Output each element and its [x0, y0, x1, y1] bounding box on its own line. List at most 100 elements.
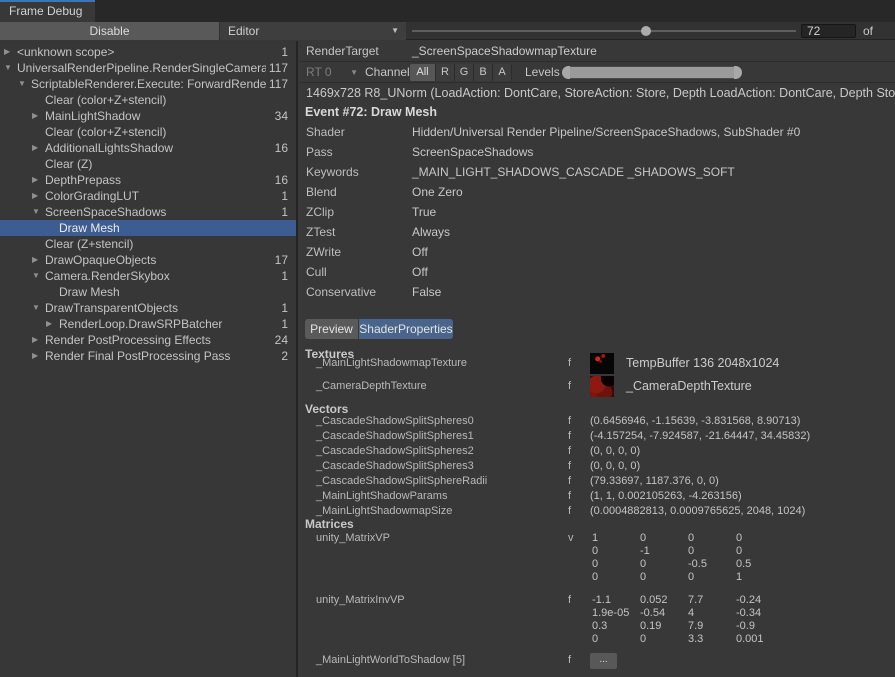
render-target-value: _ScreenSpaceShadowmapTexture	[412, 44, 597, 58]
tab-preview[interactable]: Preview	[305, 319, 358, 339]
matrix-cell: 1	[736, 571, 742, 583]
foldout-expanded-icon[interactable]: ▼	[32, 300, 40, 316]
channel-button-r[interactable]: R	[436, 64, 455, 81]
tree-item[interactable]: ▼Camera.RenderSkybox1	[0, 268, 296, 284]
window-tab-bar: Frame Debug	[0, 0, 895, 22]
detail-value: Hidden/Universal Render Pipeline/ScreenS…	[412, 125, 800, 139]
matrix-cell: 0	[640, 633, 646, 645]
matrix-cell: 1	[592, 532, 598, 544]
matrix-cell: 0	[688, 532, 694, 544]
detail-row: ZWriteOff	[300, 245, 895, 265]
texture-value: _CameraDepthTexture	[626, 379, 752, 393]
channel-button-a[interactable]: A	[493, 64, 512, 81]
texture-type: f	[568, 357, 571, 369]
tree-item[interactable]: ▶RenderLoop.DrawSRPBatcher1	[0, 316, 296, 332]
tree-item-count: 1	[281, 300, 288, 316]
tree-item[interactable]: ▼UniversalRenderPipeline.RenderSingleCam…	[0, 60, 296, 76]
tree-item-label: Render Final PostProcessing Pass	[45, 348, 266, 364]
levels-range-slider[interactable]	[562, 66, 742, 79]
tree-item-count: 1	[281, 268, 288, 284]
matrix-cell: 0	[736, 532, 742, 544]
foldout-collapsed-icon[interactable]: ▶	[32, 332, 38, 348]
foldout-expanded-icon[interactable]: ▼	[32, 268, 40, 284]
tree-item[interactable]: ▶ ColorGradingLUT 1	[0, 188, 296, 204]
matrix-type: f	[568, 654, 571, 666]
tree-item[interactable]: ▶DepthPrepass16	[0, 172, 296, 188]
tree-item[interactable]: ▶Render Final PostProcessing Pass2	[0, 348, 296, 364]
matrix-name: unity_MatrixVP	[316, 532, 390, 544]
detail-value: False	[412, 285, 441, 299]
vector-type: f	[568, 430, 571, 442]
channel-button-all[interactable]: All	[410, 64, 436, 81]
event-tree: ▶<unknown scope>1▼UniversalRenderPipelin…	[0, 41, 298, 677]
channel-button-g[interactable]: G	[455, 64, 474, 81]
detail-value: ScreenSpaceShadows	[412, 145, 533, 159]
foldout-expanded-icon[interactable]: ▼	[18, 76, 26, 92]
tree-item-label: Clear (Z)	[45, 156, 266, 172]
tree-item-label: MainLightShadow	[45, 108, 266, 124]
matrix-type: f	[568, 594, 571, 606]
tree-item-count: 117	[269, 76, 288, 92]
foldout-collapsed-icon[interactable]: ▶	[32, 188, 38, 204]
detail-label: Conservative	[306, 285, 376, 299]
tree-item[interactable]: ▼DrawTransparentObjects1	[0, 300, 296, 316]
tree-item-label: ColorGradingLUT	[45, 188, 266, 204]
detail-label: Cull	[306, 265, 327, 279]
tree-item[interactable]: ▼ScriptableRenderer.Execute: ForwardRend…	[0, 76, 296, 92]
tree-item[interactable]: ▶DrawOpaqueObjects17	[0, 252, 296, 268]
detail-value: One Zero	[412, 185, 463, 199]
channel-button-b[interactable]: B	[474, 64, 493, 81]
foldout-collapsed-icon[interactable]: ▶	[32, 140, 38, 156]
channel-button-group: AllRGBA	[410, 64, 512, 81]
texture-thumbnail-depth[interactable]	[590, 376, 614, 397]
rt-index-dropdown[interactable]: RT 0 ▼	[306, 64, 358, 81]
expand-matrix-array-button[interactable]: ...	[590, 653, 617, 669]
editor-dropdown[interactable]: Editor ▼	[220, 22, 406, 40]
foldout-expanded-icon[interactable]: ▼	[32, 204, 40, 220]
tree-item[interactable]: ▶Render PostProcessing Effects24	[0, 332, 296, 348]
detail-row: ShaderHidden/Universal Render Pipeline/S…	[300, 125, 895, 145]
tree-item[interactable]: Clear (Z)	[0, 156, 296, 172]
vector-name: _MainLightShadowmapSize	[316, 505, 452, 517]
foldout-collapsed-icon[interactable]: ▶	[46, 316, 52, 332]
foldout-collapsed-icon[interactable]: ▶	[32, 108, 38, 124]
levels-min-handle[interactable]	[562, 66, 570, 79]
tree-item[interactable]: Clear (color+Z+stencil)	[0, 124, 296, 140]
texture-type: f	[568, 380, 571, 392]
tab-shader-properties[interactable]: ShaderProperties	[359, 319, 453, 339]
detail-label: Blend	[306, 185, 337, 199]
tree-item[interactable]: ▶MainLightShadow34	[0, 108, 296, 124]
tree-item[interactable]: Draw Mesh	[0, 220, 296, 236]
detail-row: Conservative False	[300, 285, 895, 305]
tree-item[interactable]: Draw Mesh	[0, 284, 296, 300]
foldout-collapsed-icon[interactable]: ▶	[4, 44, 10, 60]
tree-item[interactable]: Clear (Z+stencil)	[0, 236, 296, 252]
frame-slider-track[interactable]	[412, 30, 796, 32]
tree-item[interactable]: Clear (color+Z+stencil)	[0, 92, 296, 108]
detail-label: Keywords	[306, 165, 359, 179]
detail-row: Blend One Zero	[300, 185, 895, 205]
vector-type: f	[568, 445, 571, 457]
tree-item[interactable]: ▶AdditionalLightsShadow16	[0, 140, 296, 156]
foldout-collapsed-icon[interactable]: ▶	[32, 252, 38, 268]
foldout-collapsed-icon[interactable]: ▶	[32, 172, 38, 188]
tree-item[interactable]: ▼ScreenSpaceShadows1	[0, 204, 296, 220]
frame-number-input[interactable]	[801, 24, 856, 38]
tab-frame-debug[interactable]: Frame Debug	[0, 0, 95, 22]
disable-button[interactable]: Disable	[0, 22, 219, 40]
frame-slider[interactable]	[412, 22, 796, 40]
tree-item[interactable]: ▶<unknown scope>1	[0, 44, 296, 60]
render-target-row: RenderTarget _ScreenSpaceShadowmapTextur…	[300, 41, 895, 62]
vector-value: (0.0004882813, 0.0009765625, 2048, 1024)	[590, 505, 805, 517]
tree-item-count: 1	[281, 188, 288, 204]
vector-value: (0.6456946, -1.15639, -3.831568, 8.90713…	[590, 415, 800, 427]
matrix-cell: -1.1	[592, 594, 611, 606]
levels-max-handle[interactable]	[734, 66, 742, 79]
foldout-expanded-icon[interactable]: ▼	[4, 60, 12, 76]
rt-index-value: RT 0	[306, 65, 332, 79]
vector-value: (0, 0, 0, 0)	[590, 445, 640, 457]
frame-slider-thumb[interactable]	[641, 26, 651, 36]
texture-thumbnail-shadowmap[interactable]	[590, 353, 614, 374]
foldout-collapsed-icon[interactable]: ▶	[32, 348, 38, 364]
matrix-cell: 0	[640, 571, 646, 583]
